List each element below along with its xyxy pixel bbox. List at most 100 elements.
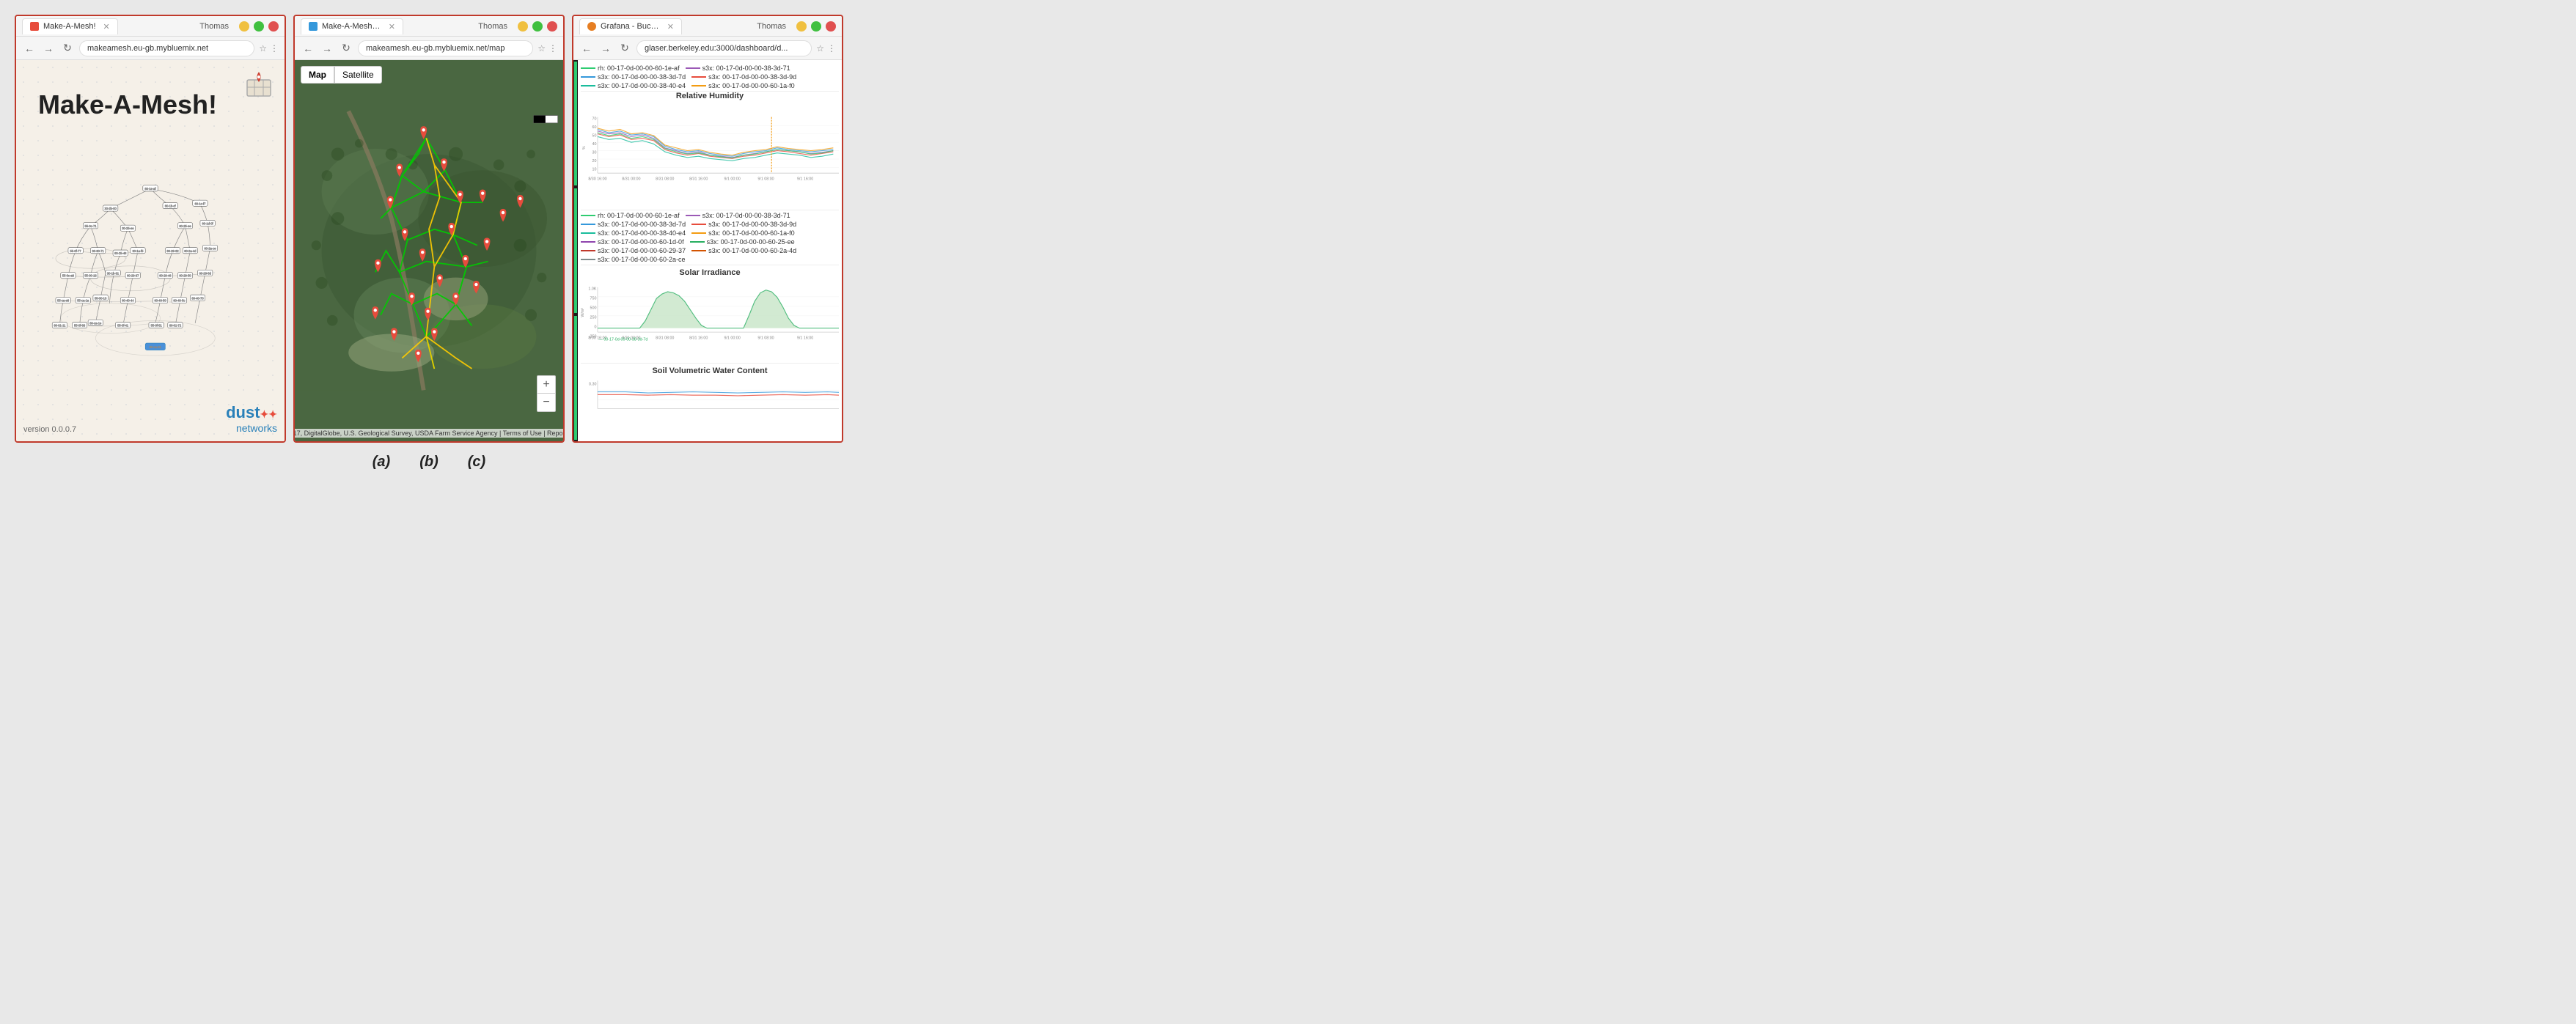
panels-container: Make-A-Mesh! ✕ Thomas _ □ ✕ ← → ↻ ☆ ⋮ bbox=[15, 15, 843, 443]
svg-text:30-1a-f5: 30-1a-f5 bbox=[132, 249, 144, 253]
map-view-btn[interactable]: Map bbox=[301, 66, 334, 84]
tab-favicon-b bbox=[309, 22, 318, 31]
svg-text:9/1 00:00: 9/1 00:00 bbox=[724, 336, 740, 340]
svg-text:60-25-ee: 60-25-ee bbox=[179, 224, 191, 228]
reload-btn-b[interactable]: ↻ bbox=[339, 42, 353, 54]
reload-btn-c[interactable]: ↻ bbox=[617, 42, 632, 54]
satellite-view-btn[interactable]: Satellite bbox=[334, 66, 382, 84]
label-b: (b) bbox=[419, 454, 438, 471]
svg-text:40: 40 bbox=[592, 142, 596, 147]
svg-text:60-29-50: 60-29-50 bbox=[179, 274, 191, 278]
close-btn-c[interactable]: ✕ bbox=[826, 21, 836, 32]
svg-text:8/31 00:00: 8/31 00:00 bbox=[622, 177, 640, 181]
zoom-in-btn[interactable]: + bbox=[537, 376, 555, 394]
svg-text:9/1 08:00: 9/1 08:00 bbox=[757, 336, 774, 340]
svg-text:60-1b-cf: 60-1b-cf bbox=[165, 205, 177, 208]
legend-item-s1b: s3x: 00-17-0d-00-00-38-3d-71 bbox=[686, 212, 790, 219]
forward-btn-a[interactable]: → bbox=[41, 43, 56, 54]
address-icons-c: ☆ ⋮ bbox=[816, 43, 836, 54]
svg-text:55-0f-77: 55-0f-77 bbox=[70, 249, 82, 253]
bookmark-icon-c[interactable]: ☆ bbox=[816, 43, 824, 54]
legend-item-s1: s3x: 00-17-0d-00-00-38-3d-71 bbox=[686, 65, 790, 72]
mesh-main-title: Make-A-Mesh! bbox=[38, 89, 270, 120]
soil-chart: 0.30 bbox=[581, 377, 839, 418]
svg-text:50: 50 bbox=[592, 133, 596, 138]
tab-a[interactable]: Make-A-Mesh! ✕ bbox=[22, 18, 118, 34]
chart3-title: Soil Volumetric Water Content bbox=[581, 366, 839, 375]
tab-title-b: Make-A-Mesh! Map - 3D... bbox=[322, 22, 381, 31]
window-controls-a: Thomas _ □ ✕ bbox=[199, 21, 279, 32]
grafana-legend: rh: 00-17-0d-00-00-60-1e-af s3x: 00-17-0… bbox=[581, 63, 839, 92]
legend-item-s4b: s3x: 00-17-0d-00-00-38-40-e4 bbox=[581, 229, 686, 237]
url-input-a[interactable] bbox=[79, 40, 254, 56]
maximize-btn-a[interactable]: □ bbox=[254, 21, 264, 32]
label-a: (a) bbox=[373, 454, 390, 471]
chart1-title: Relative Humidity bbox=[581, 92, 839, 100]
svg-text:60-29-37: 60-29-37 bbox=[127, 274, 139, 278]
bookmark-icon-b[interactable]: ☆ bbox=[537, 43, 546, 54]
tab-close-b[interactable]: ✕ bbox=[389, 22, 395, 32]
svg-text:8/30 16:00: 8/30 16:00 bbox=[588, 177, 606, 181]
back-btn-a[interactable]: ← bbox=[22, 43, 37, 54]
maximize-btn-c[interactable]: □ bbox=[811, 21, 821, 32]
svg-text:55-0f-41: 55-0f-41 bbox=[117, 324, 129, 328]
panel-b-map[interactable]: Map Satellite + − Imagery ©2017, Digital… bbox=[295, 60, 563, 441]
url-input-c[interactable] bbox=[636, 40, 812, 56]
minimize-btn-c[interactable]: _ bbox=[796, 21, 807, 32]
panel-a: Make-A-Mesh! ✕ Thomas _ □ ✕ ← → ↻ ☆ ⋮ bbox=[15, 15, 286, 443]
legend-item-s2: s3x: 00-17-0d-00-00-38-3d-7d bbox=[581, 73, 686, 81]
legend-item-s7b: s3x: 00-17-0d-00-00-60-25-ee bbox=[690, 238, 795, 246]
svg-text:60-2a-ce: 60-2a-ce bbox=[204, 246, 216, 250]
user-badge-a: Thomas bbox=[199, 22, 229, 31]
menu-icon-c[interactable]: ⋮ bbox=[827, 43, 836, 54]
window-controls-b: Thomas _ □ ✕ bbox=[478, 21, 557, 32]
bookmark-icon-a[interactable]: ☆ bbox=[259, 43, 267, 54]
panel-labels-row: (a) (b) (c) bbox=[373, 454, 485, 471]
tab-title-c: Grafana - Bucks Lake bbox=[601, 22, 660, 31]
address-icons-b: ☆ ⋮ bbox=[537, 43, 557, 54]
mesh-diagram: 60-1e-af 30-2b-00 60-1b-cf 60-1c-f7 55-0… bbox=[31, 120, 270, 427]
panel-a-content: Make-A-Mesh! bbox=[16, 60, 285, 441]
tab-c[interactable]: Grafana - Bucks Lake ✕ bbox=[579, 18, 682, 34]
close-btn-b[interactable]: ✕ bbox=[547, 21, 557, 32]
svg-text:750: 750 bbox=[590, 296, 597, 301]
tab-b[interactable]: Make-A-Mesh! Map - 3D... ✕ bbox=[301, 18, 403, 34]
svg-text:60-2a-4d: 60-2a-4d bbox=[184, 249, 196, 253]
menu-icon-b[interactable]: ⋮ bbox=[548, 43, 557, 54]
zoom-out-btn[interactable]: − bbox=[537, 394, 555, 411]
titlebar-a: Make-A-Mesh! ✕ Thomas _ □ ✕ bbox=[16, 16, 285, 37]
map-icon-a bbox=[244, 71, 274, 100]
maximize-btn-b[interactable]: □ bbox=[532, 21, 543, 32]
svg-text:8/31 08:00: 8/31 08:00 bbox=[656, 336, 674, 340]
svg-text:60-ca-61: 60-ca-61 bbox=[150, 345, 162, 349]
tab-close-a[interactable]: ✕ bbox=[103, 22, 110, 32]
svg-text:55-0c-a8: 55-0c-a8 bbox=[62, 274, 75, 278]
svg-text:55-00-18: 55-00-18 bbox=[84, 274, 97, 278]
menu-icon-a[interactable]: ⋮ bbox=[270, 43, 279, 54]
minimize-btn-b[interactable]: _ bbox=[518, 21, 528, 32]
forward-btn-c[interactable]: → bbox=[598, 43, 613, 54]
map-attribution: Imagery ©2017, DigitalGlobe, U.S. Geolog… bbox=[293, 429, 565, 438]
svg-text:0.30: 0.30 bbox=[589, 382, 596, 386]
legend-item-s4: s3x: 00-17-0d-00-00-38-40-e4 bbox=[581, 82, 686, 89]
svg-text:— 00-17-0d-00-00-38-3d-7d: — 00-17-0d-00-00-38-3d-7d bbox=[598, 337, 647, 342]
back-btn-c[interactable]: ← bbox=[579, 43, 594, 54]
mesh-svg: 60-1e-af 30-2b-00 60-1b-cf 60-1c-f7 55-0… bbox=[31, 120, 270, 427]
reload-btn-a[interactable]: ↻ bbox=[60, 42, 75, 54]
minimize-btn-a[interactable]: _ bbox=[239, 21, 249, 32]
url-input-b[interactable] bbox=[358, 40, 533, 56]
forward-btn-b[interactable]: → bbox=[320, 43, 334, 54]
tab-close-c[interactable]: ✕ bbox=[667, 22, 674, 32]
svg-text:55-ca-e8: 55-ca-e8 bbox=[57, 299, 70, 303]
dust-logo: dust✦✦ networks bbox=[226, 403, 277, 434]
svg-text:60-01-11: 60-01-11 bbox=[54, 324, 66, 328]
svg-text:55-00-13: 55-00-13 bbox=[95, 296, 107, 300]
back-btn-b[interactable]: ← bbox=[301, 43, 315, 54]
svg-text:30-25-ee: 30-25-ee bbox=[122, 226, 134, 230]
svg-text:250: 250 bbox=[590, 315, 597, 320]
svg-text:8/31 16:00: 8/31 16:00 bbox=[689, 177, 708, 181]
legend-item-rh: rh: 00-17-0d-00-00-60-1e-af bbox=[581, 65, 680, 72]
legend-item-s5b: s3x: 00-17-0d-00-00-60-1a-f0 bbox=[691, 229, 795, 237]
panel-b: Make-A-Mesh! Map - 3D... ✕ Thomas _ □ ✕ … bbox=[293, 15, 565, 443]
close-btn-a[interactable]: ✕ bbox=[268, 21, 279, 32]
